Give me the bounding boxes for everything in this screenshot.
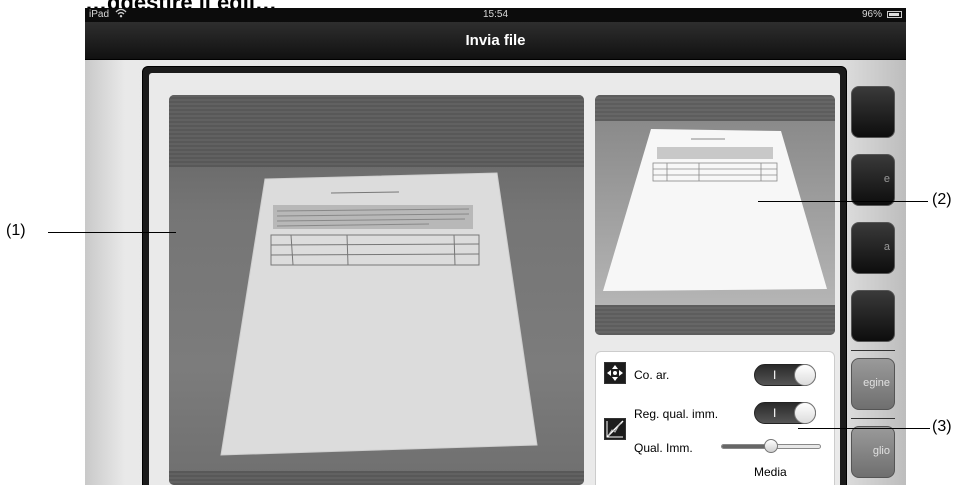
callout-line-2 [758, 201, 928, 202]
side-button-3[interactable]: a [851, 222, 895, 274]
side-button-4[interactable] [851, 290, 895, 342]
toggle-knob [794, 364, 816, 386]
toggle-knob [794, 402, 816, 424]
dialog-content: Co. ar. I Reg. qual. imm. I Qual. Imm. M… [149, 73, 840, 485]
side-divider [851, 418, 895, 419]
side-button-1[interactable] [851, 86, 895, 138]
perspective-correction-icon [604, 362, 626, 384]
image-quality-label: Qual. Imm. [634, 441, 693, 455]
callout-label-2: (2) [932, 191, 952, 208]
image-settings-panel: Co. ar. I Reg. qual. imm. I Qual. Imm. M… [595, 351, 835, 485]
callout-line-1 [48, 232, 176, 233]
image-quality-icon [604, 418, 626, 440]
battery-percent: 96% [861, 9, 882, 20]
side-button-sheet[interactable]: glio [851, 426, 895, 478]
image-quality-value: Media [754, 465, 787, 479]
send-file-dialog: Co. ar. I Reg. qual. imm. I Qual. Imm. M… [142, 66, 847, 485]
toggle-state: I [773, 406, 777, 420]
status-time: 15:54 [482, 9, 509, 20]
main-preview[interactable] [169, 95, 584, 485]
callout-line-3 [798, 428, 930, 429]
side-divider [851, 350, 895, 351]
auto-correction-label: Co. ar. [634, 368, 670, 382]
side-button-2[interactable]: e [851, 154, 895, 206]
ipad-screen: iPad 15:54 96% Invia file e a egine glio [85, 8, 906, 485]
callout-label-1: (1) [6, 222, 26, 239]
nav-title: Invia file [465, 32, 526, 49]
side-button-label: e [883, 173, 890, 185]
callout-label-3: (3) [932, 418, 952, 435]
battery-icon [887, 11, 902, 18]
auto-correction-toggle[interactable]: I [754, 364, 816, 386]
image-quality-adjust-label: Reg. qual. imm. [634, 407, 719, 421]
side-button-pages[interactable]: egine [851, 358, 895, 410]
document-photo [220, 172, 538, 456]
status-bar: iPad 15:54 96% [85, 8, 906, 22]
side-button-label: glio [872, 445, 890, 457]
side-button-label: a [883, 241, 890, 253]
thumbnail-document [603, 129, 827, 291]
navigation-bar: Invia file [85, 22, 906, 60]
toggle-state: I [773, 368, 777, 382]
image-quality-adjust-toggle[interactable]: I [754, 402, 816, 424]
side-button-label: egine [863, 377, 890, 389]
thumbnail-preview[interactable] [595, 95, 835, 335]
slider-thumb[interactable] [764, 439, 778, 453]
